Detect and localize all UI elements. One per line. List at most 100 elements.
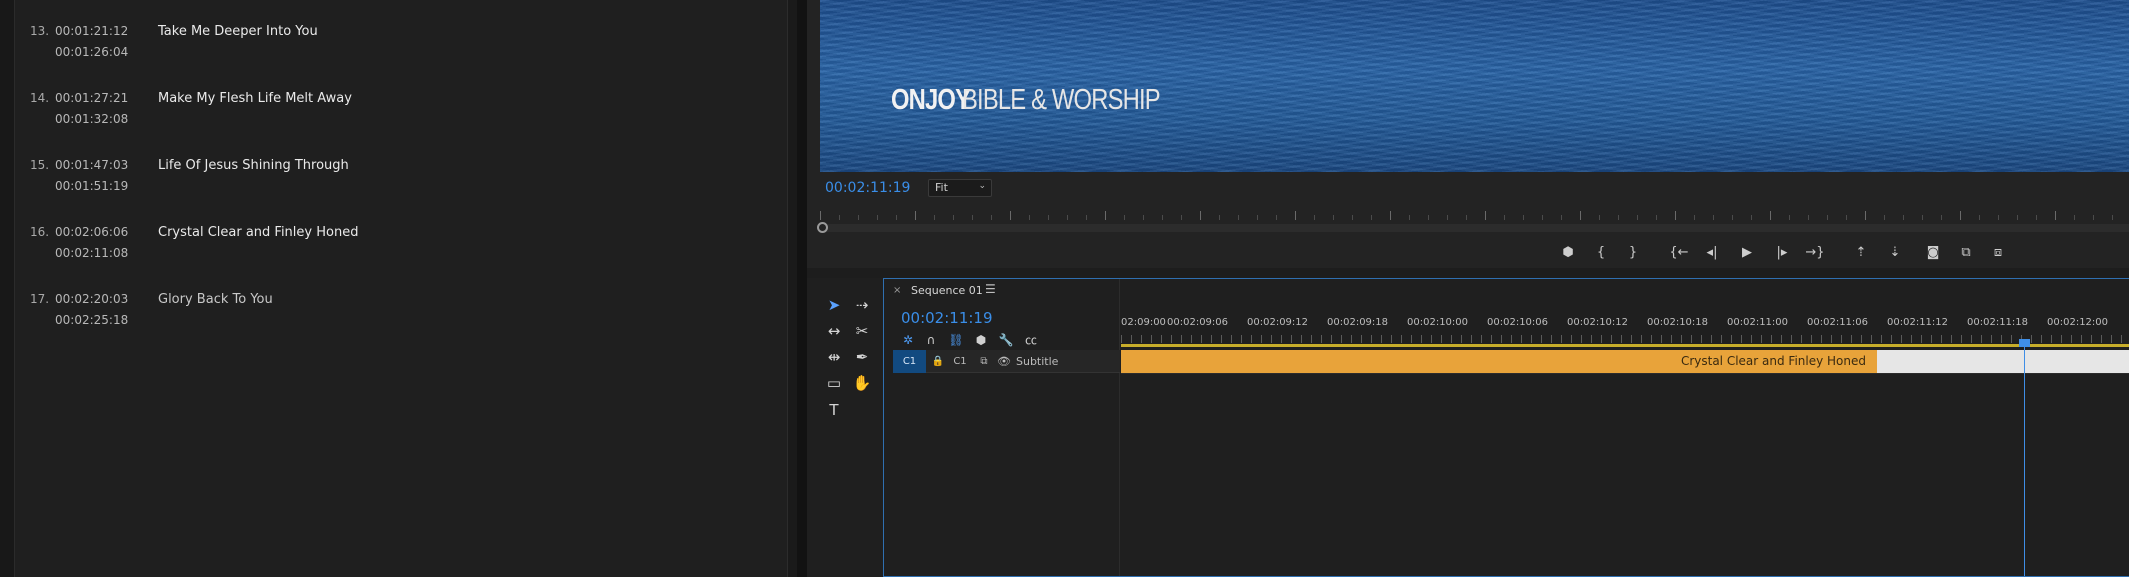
ruler-label: 00:02:11:12 <box>1887 317 1949 328</box>
add-marker-icon[interactable]: ⬢ <box>971 331 991 349</box>
ruler-label: 00:02:11:18 <box>1967 317 2029 328</box>
ruler-label: 00:02:09:12 <box>1247 317 1309 328</box>
go-to-out-icon[interactable]: →} <box>1804 243 1826 263</box>
monitor-ruler-major <box>820 206 2129 222</box>
zoom-fit-value: Fit <box>935 181 948 194</box>
track-label-c1[interactable]: C1 <box>949 350 971 373</box>
zoom-fit-select[interactable]: Fit ⌄ <box>928 179 992 197</box>
ripple-edit-tool-icon[interactable]: ↔ <box>821 319 847 343</box>
insert-icon[interactable]: ⧉ <box>1955 243 1977 263</box>
captions-panel: 13. 00:01:21:12 00:01:26:04 Take Me Deep… <box>0 0 797 577</box>
go-to-in-icon[interactable]: {← <box>1668 243 1690 263</box>
step-forward-icon[interactable]: |▸ <box>1771 243 1793 263</box>
export-frame-icon[interactable]: ◙ <box>1922 243 1944 263</box>
ruler-label: 00:02:12:00 <box>2047 317 2109 328</box>
extract-icon[interactable]: ⇣ <box>1884 243 1906 263</box>
caption-in-time[interactable]: 00:02:06:06 <box>55 225 128 239</box>
track-header-c1[interactable]: C1 🔒 C1 ⧉ 👁 Subtitle <box>893 350 1120 373</box>
wrench-icon[interactable]: 🔧 <box>996 331 1016 349</box>
caption-row-14[interactable]: 14. 00:01:27:21 00:01:32:08 Make My Fles… <box>0 91 780 151</box>
caption-text[interactable]: Make My Flesh Life Melt Away <box>158 91 352 106</box>
linked-selection-icon[interactable]: ⛓ <box>946 331 966 349</box>
caption-out-time[interactable]: 00:01:32:08 <box>55 112 128 126</box>
mark-out-icon[interactable]: } <box>1622 243 1644 263</box>
track-name: Subtitle <box>1016 355 1059 368</box>
add-marker-icon[interactable]: ⬢ <box>1557 243 1579 263</box>
caption-in-time[interactable]: 00:01:47:03 <box>55 158 128 172</box>
caption-in-time[interactable]: 00:02:20:03 <box>55 292 128 306</box>
caption-row-13[interactable]: 13. 00:01:21:12 00:01:26:04 Take Me Deep… <box>0 24 780 84</box>
step-back-icon[interactable]: ◂| <box>1701 243 1723 263</box>
ruler-label: 02:09:00 <box>1121 317 1166 328</box>
ruler-label: 00:02:09:18 <box>1327 317 1389 328</box>
rectangle-tool-icon[interactable]: ▭ <box>821 371 847 395</box>
caption-row-15[interactable]: 15. 00:01:47:03 00:01:51:19 Life Of Jesu… <box>0 158 780 218</box>
monitor-playhead[interactable] <box>817 222 828 233</box>
monitor-scrub-bar[interactable] <box>820 224 2129 232</box>
caption-text[interactable]: Take Me Deeper Into You <box>158 24 318 39</box>
type-tool-icon[interactable]: T <box>821 398 847 422</box>
caption-out-time[interactable]: 00:02:11:08 <box>55 246 128 260</box>
nest-sequence-icon[interactable]: ✲ <box>898 331 918 349</box>
caption-text[interactable]: Crystal Clear and Finley Honed <box>158 225 358 240</box>
caption-number: 15. <box>30 158 50 172</box>
mark-in-icon[interactable]: { <box>1590 243 1612 263</box>
lift-icon[interactable]: ⇡ <box>1850 243 1872 263</box>
selection-tool-icon[interactable]: ➤ <box>821 293 847 317</box>
timeline-ruler[interactable]: 02:09:00 00:02:09:06 00:02:09:12 00:02:0… <box>1121 317 2129 349</box>
captions-gutter <box>0 0 15 577</box>
video-frame: ONJOY BIBLE & WORSHIP <box>820 0 2129 172</box>
caption-out-time[interactable]: 00:01:51:19 <box>55 179 128 193</box>
lock-icon[interactable]: 🔒 <box>929 350 947 373</box>
ruler-label: 00:02:10:06 <box>1487 317 1549 328</box>
captions-scrollbar[interactable] <box>787 0 797 577</box>
video-watermark-text: BIBLE & WORSHIP <box>962 84 1161 116</box>
program-monitor: ONJOY BIBLE & WORSHIP 00:02:11:19 Fit ⌄ … <box>807 0 2129 268</box>
close-icon[interactable]: × <box>893 285 901 296</box>
timeline-playhead[interactable] <box>2024 345 2025 576</box>
caption-text[interactable]: Glory Back To You <box>158 292 273 307</box>
tools-panel: ➤ ⇢ ↔ ✂ ⇹ ✒ ▭ ✋ T <box>807 278 883 577</box>
sync-lock-icon[interactable]: ⧉ <box>975 350 993 373</box>
pen-tool-icon[interactable]: ✒ <box>849 345 875 369</box>
track-select-tool-icon[interactable]: ⇢ <box>849 293 875 317</box>
eye-icon[interactable]: 👁 <box>995 350 1013 373</box>
caption-number: 13. <box>30 24 50 38</box>
caption-out-time[interactable]: 00:02:25:18 <box>55 313 128 327</box>
monitor-timecode[interactable]: 00:02:11:19 <box>825 180 910 196</box>
caption-in-time[interactable]: 00:01:21:12 <box>55 24 128 38</box>
ruler-ticks <box>1121 335 2129 343</box>
render-bar <box>1121 344 2129 347</box>
caption-text[interactable]: Life Of Jesus Shining Through <box>158 158 349 173</box>
panel-divider[interactable] <box>797 0 807 577</box>
snap-magnet-icon[interactable]: ∩ <box>921 331 941 349</box>
razor-tool-icon[interactable]: ✂ <box>849 319 875 343</box>
timeline-panel: × Sequence 01 ☰ 00:02:11:19 ✲ ∩ ⛓ ⬢ 🔧 ㏄ … <box>883 278 2129 577</box>
transport-controls: ⬢ { } {← ◂| ▶ |▸ →} ⇡ ⇣ ◙ ⧉ ⧈ <box>807 243 2129 263</box>
hand-tool-icon[interactable]: ✋ <box>849 371 875 395</box>
track-divider <box>1121 373 2129 374</box>
clip-label: Crystal Clear and Finley Honed <box>1680 354 1866 368</box>
ruler-label: 00:02:10:00 <box>1407 317 1469 328</box>
ruler-label: 00:02:11:06 <box>1807 317 1869 328</box>
caption-clip[interactable]: Crystal Clear and Finley Honed <box>1121 350 1877 373</box>
caption-number: 16. <box>30 225 50 239</box>
caption-row-16[interactable]: 16. 00:02:06:06 00:02:11:08 Crystal Clea… <box>0 225 780 285</box>
ruler-label: 00:02:10:18 <box>1647 317 1709 328</box>
slip-tool-icon[interactable]: ⇹ <box>821 345 847 369</box>
next-caption-clip[interactable] <box>1877 350 2129 373</box>
track-target-c1[interactable]: C1 <box>893 350 926 373</box>
play-icon[interactable]: ▶ <box>1736 243 1758 263</box>
caption-out-time[interactable]: 00:01:26:04 <box>55 45 128 59</box>
closed-captions-icon[interactable]: ㏄ <box>1021 331 1041 349</box>
ruler-label: 00:02:10:12 <box>1567 317 1629 328</box>
timeline-timecode[interactable]: 00:02:11:19 <box>901 309 993 327</box>
overwrite-icon[interactable]: ⧈ <box>1987 243 2009 263</box>
caption-row-17[interactable]: 17. 00:02:20:03 00:02:25:18 Glory Back T… <box>0 292 780 352</box>
ruler-label: 00:02:11:00 <box>1727 317 1789 328</box>
sequence-tab[interactable]: Sequence 01 <box>911 284 983 297</box>
ruler-label: 00:02:09:06 <box>1167 317 1229 328</box>
video-watermark-bold: ONJOY <box>891 84 971 116</box>
panel-menu-icon[interactable]: ☰ <box>985 282 996 296</box>
caption-in-time[interactable]: 00:01:27:21 <box>55 91 128 105</box>
